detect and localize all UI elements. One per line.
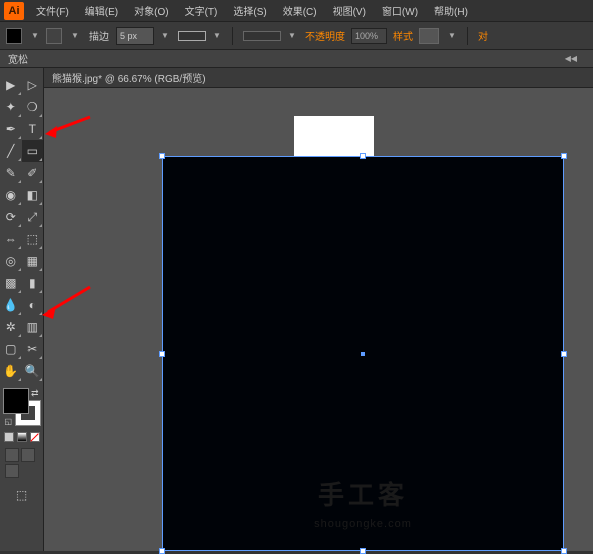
fill-swatch[interactable] (6, 28, 22, 44)
color-options (4, 432, 40, 442)
selection-tool[interactable]: ▶ (0, 74, 22, 96)
direct-select-tool[interactable]: ▷ (22, 74, 44, 96)
color-solid[interactable] (4, 432, 14, 442)
draw-mode-inside[interactable] (5, 464, 19, 478)
menu-edit[interactable]: 编辑(E) (77, 3, 126, 18)
menu-view[interactable]: 视图(V) (325, 3, 374, 18)
lasso-tool[interactable]: ❍ (22, 96, 44, 118)
divider (232, 27, 233, 45)
screen-modes (5, 448, 39, 478)
eyedropper-tool[interactable]: 💧 (0, 294, 22, 316)
menu-file[interactable]: 文件(F) (28, 3, 77, 18)
brush-def[interactable] (243, 31, 281, 41)
opacity-label: 不透明度 (305, 28, 345, 43)
fill-box[interactable] (3, 388, 29, 414)
swap-icon[interactable]: ⇄ (31, 388, 39, 399)
watermark-subtext: shougongke.com (314, 518, 412, 530)
draw-mode-normal[interactable] (5, 448, 19, 462)
stroke-dropdown-icon[interactable]: ▼ (68, 29, 82, 43)
menu-object[interactable]: 对象(O) (126, 3, 176, 18)
stroke-profile[interactable] (178, 31, 206, 41)
blend-tool[interactable]: ◐ (22, 294, 44, 316)
mesh-tool[interactable]: ▩ (0, 272, 22, 294)
stroke-swatch[interactable] (46, 28, 62, 44)
canvas[interactable]: 手工客 shougongke.com (44, 88, 593, 551)
brush-tool[interactable]: ✎ (0, 162, 22, 184)
color-none[interactable] (30, 432, 40, 442)
graph-tool[interactable]: ▥ (22, 316, 44, 338)
handle-top-left[interactable] (159, 153, 165, 159)
chevron-left-icon[interactable]: ◀◀ (565, 54, 577, 63)
style-label: 样式 (393, 28, 413, 43)
opacity-field[interactable]: 100% (351, 28, 387, 44)
hand-tool[interactable]: ✋ (0, 360, 22, 382)
pen-tool[interactable]: ✒ (0, 118, 22, 140)
rectangle-tool[interactable]: ▭ (22, 140, 44, 162)
menu-window[interactable]: 窗口(W) (374, 3, 426, 18)
stroke-width-field[interactable]: 5 px (116, 27, 154, 45)
canvas-area: 熊猫猴.jpg* @ 66.67% (RGB/预览) 手工客 shougongk… (44, 68, 593, 551)
screen-mode-button[interactable]: ⬚ (11, 484, 33, 506)
color-gradient[interactable] (17, 432, 27, 442)
stroke-profile-dropdown-icon[interactable]: ▼ (210, 29, 224, 43)
shape-builder-tool[interactable]: ◎ (0, 250, 22, 272)
handle-bottom-left[interactable] (159, 548, 165, 554)
control-bar: ▼ ▼ 描边 5 px ▼ ▼ ▼ 不透明度 100% 样式 ▼ 对 (0, 22, 593, 50)
handle-mid-right[interactable] (561, 351, 567, 357)
eraser-tool[interactable]: ◧ (22, 184, 44, 206)
pencil-tool[interactable]: ✐ (22, 162, 44, 184)
width-tool[interactable]: ⇔ (0, 228, 22, 250)
style-dropdown-icon[interactable]: ▼ (445, 29, 459, 43)
center-point (361, 352, 365, 356)
artboard-tool[interactable]: ▢ (0, 338, 22, 360)
watermark-text: 手工客 (318, 475, 408, 512)
gradient-tool[interactable]: ▮ (22, 272, 44, 294)
fill-stroke-control[interactable]: ⇄ ◱ (3, 388, 41, 426)
menu-type[interactable]: 文字(T) (177, 3, 226, 18)
menubar: Ai 文件(F) 编辑(E) 对象(O) 文字(T) 选择(S) 效果(C) 视… (0, 0, 593, 22)
handle-bottom-mid[interactable] (360, 548, 366, 554)
artboard-small (294, 116, 374, 156)
handle-mid-left[interactable] (159, 351, 165, 357)
symbol-tool[interactable]: ✲ (0, 316, 22, 338)
tools-panel: ▶▷ ✦❍ ✒T ╱▭ ✎✐ ◉◧ ⟳⤢ ⇔⬚ ◎▦ ▩▮ 💧◐ ✲▥ ▢✂ ✋… (0, 68, 44, 551)
menu-select[interactable]: 选择(S) (225, 3, 274, 18)
handle-top-right[interactable] (561, 153, 567, 159)
magic-wand-tool[interactable]: ✦ (0, 96, 22, 118)
style-swatch[interactable] (419, 28, 439, 44)
slice-tool[interactable]: ✂ (22, 338, 44, 360)
selected-rectangle[interactable]: 手工客 shougongke.com (162, 156, 564, 551)
document-tab-name: 熊猫猴.jpg* @ 66.67% (RGB/预览) (52, 70, 206, 85)
default-icon[interactable]: ◱ (5, 417, 13, 426)
app-logo: Ai (4, 2, 24, 20)
propbar-label: 宽松 (8, 51, 28, 66)
align-label: 对 (478, 28, 488, 43)
handle-bottom-right[interactable] (561, 548, 567, 554)
document-tab[interactable]: 熊猫猴.jpg* @ 66.67% (RGB/预览) (44, 68, 593, 88)
stroke-label: 描边 (89, 28, 109, 43)
free-transform-tool[interactable]: ⬚ (22, 228, 44, 250)
property-bar: 宽松 ◀◀ (0, 50, 593, 68)
brush-dropdown-icon[interactable]: ▼ (285, 29, 299, 43)
menu-help[interactable]: 帮助(H) (426, 3, 476, 18)
scale-tool[interactable]: ⤢ (22, 206, 44, 228)
perspective-tool[interactable]: ▦ (22, 250, 44, 272)
fill-dropdown-icon[interactable]: ▼ (28, 29, 42, 43)
line-tool[interactable]: ╱ (0, 140, 22, 162)
blob-tool[interactable]: ◉ (0, 184, 22, 206)
type-tool[interactable]: T (22, 118, 44, 140)
divider (467, 27, 468, 45)
main-area: ▶▷ ✦❍ ✒T ╱▭ ✎✐ ◉◧ ⟳⤢ ⇔⬚ ◎▦ ▩▮ 💧◐ ✲▥ ▢✂ ✋… (0, 68, 593, 551)
handle-top-mid[interactable] (360, 153, 366, 159)
menu-effect[interactable]: 效果(C) (275, 3, 325, 18)
rotate-tool[interactable]: ⟳ (0, 206, 22, 228)
stroke-width-dropdown-icon[interactable]: ▼ (158, 29, 172, 43)
draw-mode-behind[interactable] (21, 448, 35, 462)
zoom-tool[interactable]: 🔍 (22, 360, 44, 382)
